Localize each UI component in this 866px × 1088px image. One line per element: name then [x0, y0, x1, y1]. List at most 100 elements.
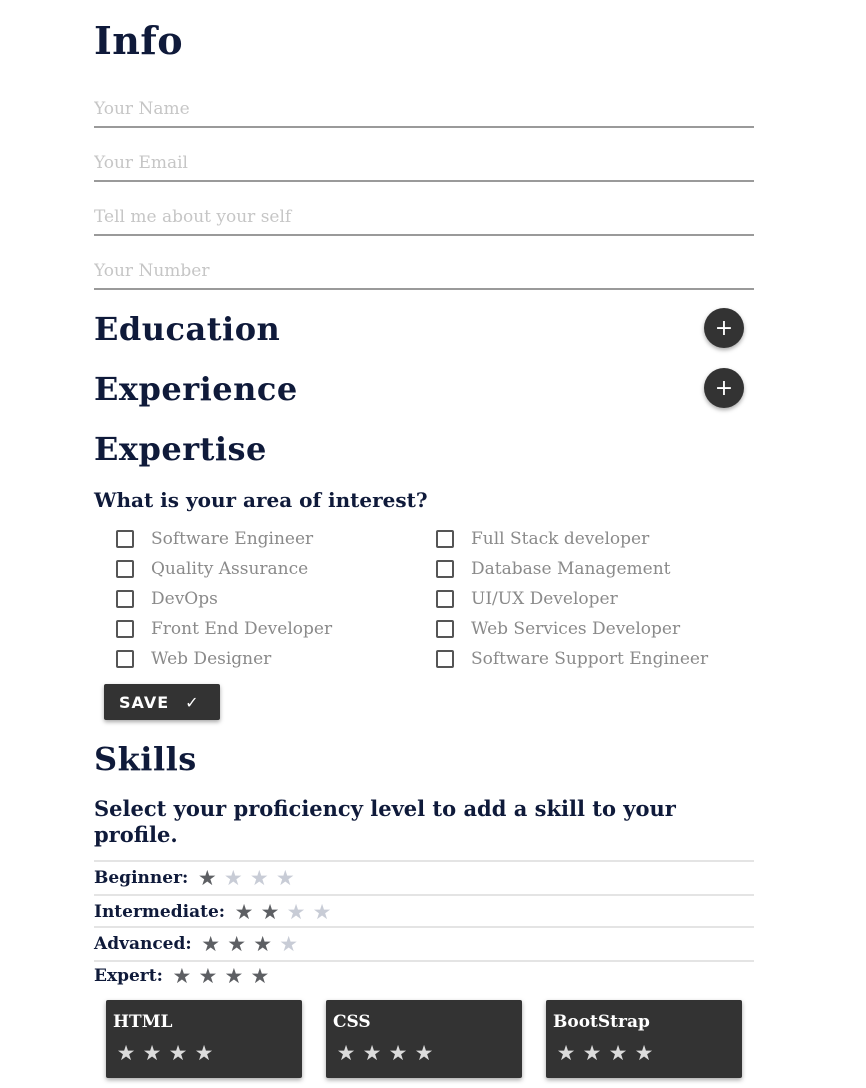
skill-name: HTML [113, 1012, 173, 1032]
star-rating: ★ ★ ★ ★ [198, 933, 302, 955]
number-input[interactable] [94, 250, 754, 286]
skill-card[interactable]: HTML ★ ★ ★ ★ [106, 1000, 302, 1078]
interest-question: What is your area of interest? [94, 488, 428, 512]
star-icon[interactable]: ★ [411, 1042, 437, 1064]
education-heading: Education [94, 310, 281, 348]
star-icon[interactable]: ★ [194, 867, 220, 889]
star-rating: ★ ★ ★ ★ [553, 1042, 735, 1064]
star-rating: ★ ★ ★ ★ [333, 1042, 515, 1064]
star-icon[interactable]: ★ [139, 1042, 165, 1064]
star-icon[interactable]: ★ [385, 1042, 411, 1064]
number-field [94, 250, 754, 290]
checkbox-label: Software Support Engineer [471, 649, 709, 669]
about-field [94, 196, 754, 236]
star-icon[interactable]: ★ [333, 1042, 359, 1064]
star-icon[interactable]: ★ [553, 1042, 579, 1064]
name-input[interactable] [94, 88, 754, 124]
skill-name: CSS [333, 1012, 371, 1032]
star-icon[interactable]: ★ [579, 1042, 605, 1064]
proficiency-level-row: Expert: ★ ★ ★ ★ [94, 960, 754, 990]
star-icon[interactable]: ★ [165, 1042, 191, 1064]
checkbox-label: Front End Developer [151, 619, 333, 639]
star-rating: ★ ★ ★ ★ [169, 965, 273, 987]
checkbox-label: DevOps [151, 589, 218, 609]
proficiency-level-row: Advanced: ★ ★ ★ ★ [94, 926, 754, 960]
star-icon[interactable]: ★ [247, 965, 273, 987]
checkbox-box[interactable] [436, 620, 454, 638]
checkbox-label: Web Services Developer [471, 619, 681, 639]
star-icon[interactable]: ★ [221, 965, 247, 987]
star-icon[interactable]: ★ [195, 965, 221, 987]
star-icon[interactable]: ★ [224, 933, 250, 955]
skills-heading: Skills [94, 740, 197, 778]
star-icon[interactable]: ★ [272, 867, 298, 889]
add-education-button[interactable]: + [704, 308, 744, 348]
star-icon[interactable]: ★ [309, 901, 335, 923]
checkbox-box[interactable] [116, 650, 134, 668]
proficiency-level-row: Intermediate: ★ ★ ★ ★ [94, 894, 754, 928]
skill-card[interactable]: CSS ★ ★ ★ ★ [326, 1000, 522, 1078]
star-rating: ★ ★ ★ ★ [231, 901, 335, 923]
interest-checkbox[interactable]: Database Management [436, 558, 670, 580]
star-icon[interactable]: ★ [283, 901, 309, 923]
about-input[interactable] [94, 196, 754, 232]
expertise-heading: Expertise [94, 430, 267, 468]
email-input[interactable] [94, 142, 754, 178]
level-label: Intermediate: [94, 902, 226, 922]
star-icon[interactable]: ★ [191, 1042, 217, 1064]
save-button[interactable]: SAVE ✓ [104, 684, 220, 720]
star-icon[interactable]: ★ [359, 1042, 385, 1064]
star-icon[interactable]: ★ [605, 1042, 631, 1064]
interest-checkbox[interactable]: UI/UX Developer [436, 588, 618, 610]
checkbox-label: Full Stack developer [471, 529, 650, 549]
checkbox-label: UI/UX Developer [471, 589, 618, 609]
star-icon[interactable]: ★ [198, 933, 224, 955]
level-label: Beginner: [94, 868, 189, 888]
checkbox-label: Database Management [471, 559, 671, 579]
checkbox-box[interactable] [436, 650, 454, 668]
plus-icon: + [714, 375, 734, 401]
name-field [94, 88, 754, 128]
star-icon[interactable]: ★ [220, 867, 246, 889]
interest-checkbox[interactable]: Quality Assurance [116, 558, 308, 580]
checkbox-box[interactable] [116, 530, 134, 548]
star-icon[interactable]: ★ [169, 965, 195, 987]
star-icon[interactable]: ★ [257, 901, 283, 923]
skill-card[interactable]: BootStrap ★ ★ ★ ★ [546, 1000, 742, 1078]
experience-heading: Experience [94, 370, 298, 408]
interest-checkbox[interactable]: Software Engineer [116, 528, 313, 550]
interest-checkbox[interactable]: DevOps [116, 588, 218, 610]
save-label: SAVE [119, 692, 170, 712]
checkbox-label: Web Designer [151, 649, 272, 669]
checkbox-box[interactable] [116, 590, 134, 608]
level-label: Advanced: [94, 934, 192, 954]
star-rating: ★ ★ ★ ★ [113, 1042, 295, 1064]
interest-checkbox[interactable]: Web Designer [116, 648, 271, 670]
star-icon[interactable]: ★ [246, 867, 272, 889]
checkbox-box[interactable] [436, 560, 454, 578]
interest-checkbox[interactable]: Software Support Engineer [436, 648, 708, 670]
star-icon[interactable]: ★ [250, 933, 276, 955]
interest-checkbox[interactable]: Web Services Developer [436, 618, 680, 640]
proficiency-level-row: Beginner: ★ ★ ★ ★ [94, 860, 754, 894]
level-label: Expert: [94, 966, 163, 986]
star-icon[interactable]: ★ [231, 901, 257, 923]
proficiency-prompt: Select your proficiency level to add a s… [94, 796, 676, 847]
checkbox-box[interactable] [436, 530, 454, 548]
checkbox-box[interactable] [116, 560, 134, 578]
checkbox-label: Software Engineer [151, 529, 314, 549]
interest-checkbox[interactable]: Front End Developer [116, 618, 332, 640]
checkbox-box[interactable] [436, 590, 454, 608]
star-icon[interactable]: ★ [113, 1042, 139, 1064]
interest-checkbox[interactable]: Full Stack developer [436, 528, 649, 550]
checkbox-box[interactable] [116, 620, 134, 638]
skill-name: BootStrap [553, 1012, 650, 1032]
star-icon[interactable]: ★ [276, 933, 302, 955]
star-rating: ★ ★ ★ ★ [194, 867, 298, 889]
star-icon[interactable]: ★ [631, 1042, 657, 1064]
add-experience-button[interactable]: + [704, 368, 744, 408]
info-heading: Info [94, 18, 184, 63]
check-icon: ✓ [185, 692, 199, 712]
email-field [94, 142, 754, 182]
plus-icon: + [714, 315, 734, 341]
